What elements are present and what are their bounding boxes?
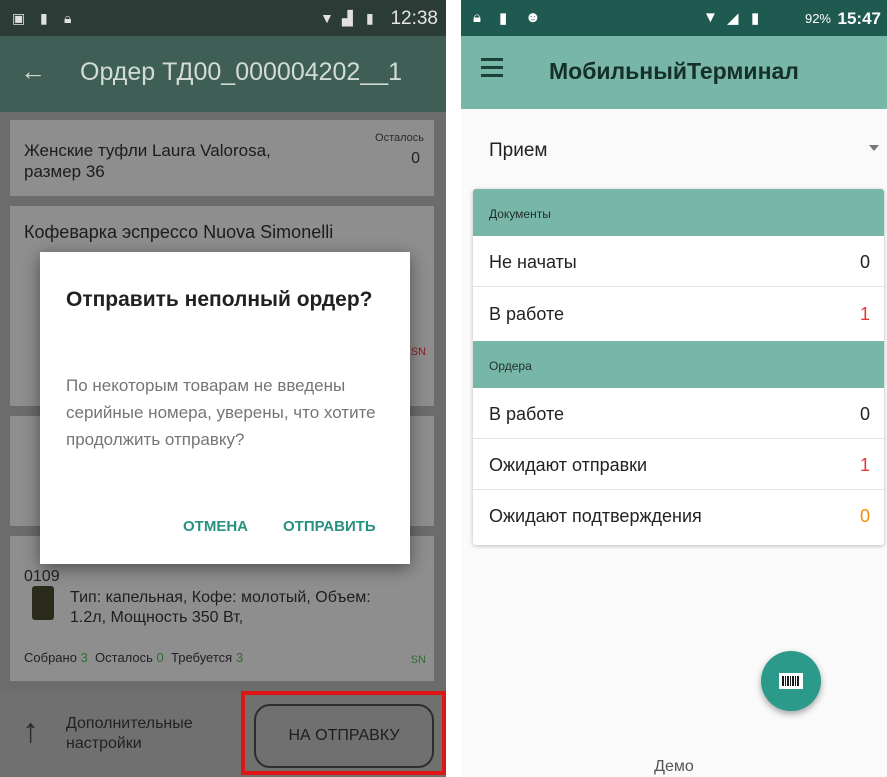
signal-icon: ◢ — [727, 10, 739, 27]
dropdown-caret-icon[interactable] — [869, 145, 879, 151]
required-label: Требуется — [171, 650, 233, 665]
item-name-tail: 0109 — [24, 568, 60, 585]
signal-icon: ▟ — [342, 10, 353, 26]
battery-icon: ▮ — [366, 10, 374, 26]
app-title: МобильныйТерминал — [549, 58, 799, 84]
battery-percent: 92% — [804, 11, 831, 26]
summary-card: Документы Не начаты 0 В работе 1 Ордера … — [473, 189, 884, 545]
wifi-icon: ▼ — [320, 10, 334, 26]
lock-icon: 🔒︎ — [64, 10, 72, 26]
right-screen: 🔒︎ ▮ ☻ ▼ ◢ ▮ 92% 15:47 МобильныйТерминал… — [461, 0, 887, 777]
required-value: 3 — [235, 650, 244, 665]
item-name: Женские туфли Laura Valorosa, размер 36 — [24, 141, 271, 181]
back-arrow-icon[interactable]: ← — [20, 56, 46, 87]
product-image — [32, 586, 54, 620]
row-count: 1 — [859, 455, 870, 475]
collected-label: Собрано — [24, 650, 77, 665]
wifi-icon: ▼ — [703, 9, 718, 26]
confirm-button[interactable]: ОТПРАВИТЬ — [283, 518, 376, 535]
row-count: 0 — [859, 506, 870, 526]
left-screen: ▣ ▮ 🔒︎ ▼ ▟ ▮ 12:38 ← Ордер ТД00_00000420… — [0, 0, 446, 777]
row-count: 0 — [859, 404, 870, 424]
item-name: Кофеварка эспрессо Nuova Simonelli — [24, 222, 334, 242]
footer-label: Демо — [654, 758, 694, 775]
row-label: Ожидают подтверждения — [489, 506, 702, 526]
documents-row-not-started[interactable]: Не начаты 0 — [473, 237, 884, 287]
orders-row-in-progress[interactable]: В работе 0 — [473, 389, 884, 439]
row-count: 0 — [859, 252, 870, 272]
lock-icon: 🔒︎ — [473, 9, 481, 26]
sd-card-icon: ▮ — [40, 10, 48, 26]
sn-badge: SN — [410, 346, 426, 358]
barcode-icon — [779, 673, 803, 689]
documents-row-in-progress[interactable]: В работе 1 — [473, 289, 884, 339]
confirm-dialog: Отправить неполный ордер? По некоторым т… — [40, 252, 410, 564]
orders-row-awaiting-confirmation[interactable]: Ожидают подтверждения 0 — [473, 491, 884, 541]
row-label: В работе — [489, 304, 565, 324]
orders-row-awaiting-send[interactable]: Ожидают отправки 1 — [473, 440, 884, 490]
list-item[interactable]: Женские туфли Laura Valorosa, размер 36 … — [10, 120, 434, 196]
section-title: Документы — [489, 207, 551, 221]
extra-settings-link[interactable]: Дополнительные настройки — [66, 714, 236, 754]
cancel-button[interactable]: ОТМЕНА — [183, 518, 248, 535]
dialog-message: По некоторым товарам не введены серийные… — [66, 376, 376, 449]
status-time: 15:47 — [837, 9, 881, 28]
order-title: Ордер ТД00_000004202__1 — [80, 58, 403, 86]
app-bar: ← Ордер ТД00_000004202__1 — [0, 36, 446, 112]
item-counters: Собрано 3 Осталось 0 Требуется 3 — [24, 650, 243, 665]
collected-value: 3 — [80, 650, 88, 665]
remaining-value: 0 — [156, 650, 164, 665]
row-label: В работе — [489, 404, 565, 424]
highlight-box — [241, 691, 446, 775]
remaining-value: 0 — [411, 150, 420, 167]
remaining-label: Осталось — [375, 132, 424, 144]
status-bar: 🔒︎ ▮ ☻ ▼ ◢ ▮ 92% 15:47 — [461, 0, 887, 36]
dialog-title: Отправить неполный ордер? — [66, 288, 373, 311]
android-icon: ☻ — [525, 9, 541, 26]
sn-badge: SN — [410, 654, 426, 666]
row-label: Не начаты — [489, 252, 577, 272]
remaining-label: Осталось — [95, 650, 153, 665]
row-label: Ожидают отправки — [489, 455, 648, 475]
mode-select[interactable]: Прием — [489, 140, 547, 162]
app-bar: МобильныйТерминал — [461, 36, 887, 109]
sd-card-icon: ▮ — [499, 10, 508, 27]
image-icon: ▣ — [12, 10, 26, 26]
item-specs: Тип: капельная, Кофе: молотый, Объем: 1.… — [70, 589, 371, 626]
barcode-scan-button[interactable] — [761, 651, 821, 711]
orders-header: Ордера — [473, 341, 884, 388]
section-title: Ордера — [489, 359, 532, 373]
row-count: 1 — [859, 304, 870, 324]
arrow-up-icon[interactable]: ↑ — [22, 712, 39, 751]
documents-header: Документы — [473, 189, 884, 236]
status-bar: ▣ ▮ 🔒︎ ▼ ▟ ▮ 12:38 — [0, 0, 446, 36]
menu-icon[interactable] — [481, 58, 503, 82]
status-time: 12:38 — [390, 8, 438, 29]
battery-icon: ▮ — [751, 10, 760, 27]
